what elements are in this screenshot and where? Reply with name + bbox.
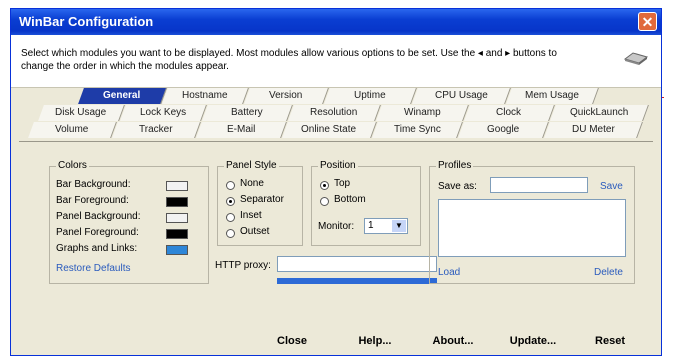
load-link[interactable]: Load: [438, 267, 460, 278]
position-top-label: Top: [334, 178, 351, 189]
tab-version[interactable]: Version: [244, 88, 329, 104]
position-top-radio[interactable]: [320, 181, 329, 190]
tab-row-1: General Hostname Version Uptime CPU Usag…: [78, 88, 641, 105]
tab-time-sync[interactable]: Time Sync: [372, 122, 463, 138]
panel-style-label: Panel Style: [224, 160, 279, 171]
save-link[interactable]: Save: [600, 181, 623, 192]
panel-style-none-radio[interactable]: [226, 181, 235, 190]
header-panel: Select which modules you want to be disp…: [11, 35, 661, 88]
tab-quicklaunch[interactable]: QuickLaunch: [550, 105, 649, 121]
monitor-value: 1: [368, 220, 374, 231]
panel-style-outset-radio[interactable]: [226, 229, 235, 238]
tab-e-mail[interactable]: E-Mail: [196, 122, 287, 138]
colors-group-label: Colors: [56, 160, 89, 171]
close-button[interactable]: Close: [267, 331, 317, 351]
chip-icon: [623, 52, 649, 65]
tab-mem-usage[interactable]: Mem Usage: [506, 88, 599, 104]
reset-button[interactable]: Reset: [585, 331, 635, 351]
panel-style-separator-label: Separator: [240, 194, 284, 205]
tab-online-state[interactable]: Online State: [282, 122, 377, 138]
title-bar[interactable]: WinBar Configuration ✕: [11, 9, 661, 35]
monitor-label: Monitor:: [318, 221, 355, 232]
help-button[interactable]: Help...: [347, 331, 403, 351]
tab-battery[interactable]: Battery: [202, 105, 293, 121]
profiles-listbox[interactable]: [438, 199, 626, 257]
configuration-window: WinBar Configuration ✕ Select which modu…: [10, 8, 662, 356]
header-description: Select which modules you want to be disp…: [21, 48, 557, 72]
tab-volume[interactable]: Volume: [28, 122, 117, 138]
http-proxy-input[interactable]: [277, 256, 437, 272]
tab-google[interactable]: Google: [458, 122, 549, 138]
panel-background-swatch[interactable]: [166, 213, 188, 223]
save-as-input[interactable]: [490, 177, 588, 193]
chevron-down-icon[interactable]: ▼: [392, 220, 406, 232]
bar-foreground-label: Bar Foreground:: [56, 195, 129, 206]
panel-style-none-label: None: [240, 178, 264, 189]
tab-general[interactable]: General: [78, 88, 167, 104]
tab-hostname[interactable]: Hostname: [162, 88, 249, 104]
tab-lock-keys[interactable]: Lock Keys: [120, 105, 207, 121]
panel-style-inset-radio[interactable]: [226, 213, 235, 222]
tab-row-2: Disk Usage Lock Keys Battery Resolution …: [38, 105, 653, 122]
tab-disk-usage[interactable]: Disk Usage: [38, 105, 125, 121]
panel-style-group: Panel Style None Separator Inset Outset: [217, 160, 303, 246]
tab-uptime[interactable]: Uptime: [324, 88, 417, 104]
colors-group: Colors Bar Background: Bar Foreground: P…: [49, 160, 209, 284]
position-bottom-radio[interactable]: [320, 197, 329, 206]
close-window-icon[interactable]: ✕: [638, 12, 657, 31]
general-tab-panel: Colors Bar Background: Bar Foreground: P…: [19, 141, 653, 302]
progress-bar: [277, 278, 437, 284]
bar-foreground-swatch[interactable]: [166, 197, 188, 207]
profiles-group: Profiles Save as: Save Load Delete: [429, 160, 635, 284]
tab-clock[interactable]: Clock: [464, 105, 555, 121]
update-button[interactable]: Update...: [501, 331, 565, 351]
window-title: WinBar Configuration: [19, 14, 154, 29]
panel-style-inset-label: Inset: [240, 210, 262, 221]
bar-background-swatch[interactable]: [166, 181, 188, 191]
bar-background-label: Bar Background:: [56, 179, 131, 190]
panel-style-separator-radio[interactable]: [226, 197, 235, 206]
panel-foreground-label: Panel Foreground:: [56, 227, 139, 238]
delete-link[interactable]: Delete: [594, 267, 623, 278]
profiles-label: Profiles: [436, 160, 474, 171]
save-as-label: Save as:: [438, 181, 477, 192]
position-bottom-label: Bottom: [334, 194, 366, 205]
monitor-select[interactable]: 1 ▼: [364, 218, 408, 234]
tab-tracker[interactable]: Tracker: [112, 122, 201, 138]
position-label: Position: [318, 160, 358, 171]
tab-resolution[interactable]: Resolution: [288, 105, 381, 121]
restore-defaults-link[interactable]: Restore Defaults: [56, 263, 130, 274]
panel-background-label: Panel Background:: [56, 211, 141, 222]
tab-winamp[interactable]: Winamp: [376, 105, 469, 121]
tab-cpu-usage[interactable]: CPU Usage: [412, 88, 511, 104]
about-button[interactable]: About...: [423, 331, 483, 351]
position-group: Position Top Bottom Monitor: 1 ▼: [311, 160, 421, 246]
panel-foreground-swatch[interactable]: [166, 229, 188, 239]
tab-row-3: Volume Tracker E-Mail Online State Time …: [28, 122, 653, 139]
panel-style-outset-label: Outset: [240, 226, 270, 237]
graphs-links-swatch[interactable]: [166, 245, 188, 255]
tab-du-meter[interactable]: DU Meter: [544, 122, 643, 138]
http-proxy-label: HTTP proxy:: [215, 260, 271, 271]
graphs-links-label: Graphs and Links:: [56, 243, 138, 254]
